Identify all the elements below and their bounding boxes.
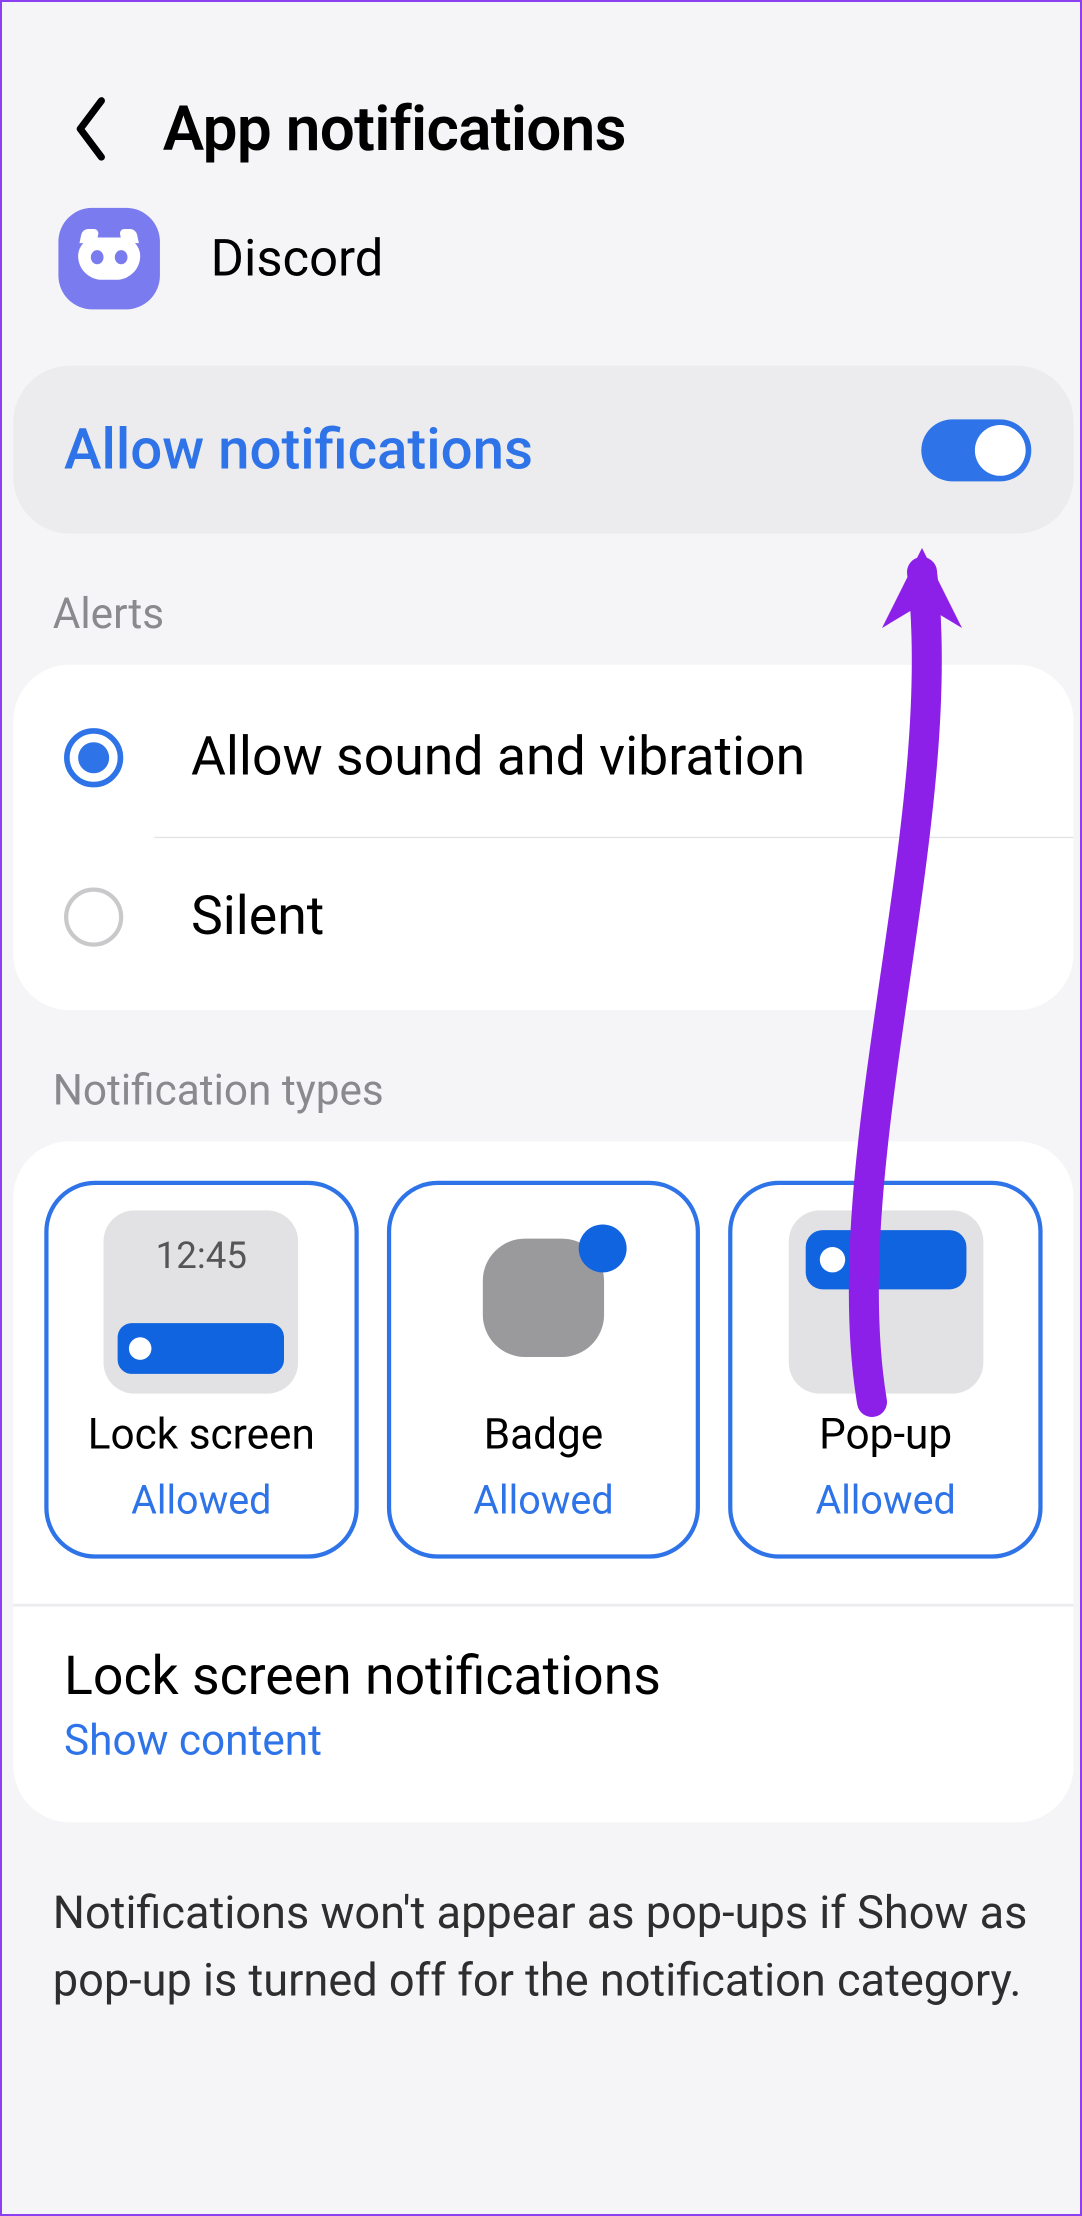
alert-option-sound-vibration[interactable]: Allow sound and vibration [13,679,1073,837]
alert-option-label: Allow sound and vibration [191,727,805,789]
footer-note: Notifications won't appear as pop-ups if… [2,1822,1082,2070]
lockscreen-preview-icon: 12:45 [104,1210,299,1393]
badge-preview-icon [446,1210,641,1393]
type-title: Lock screen [88,1411,315,1460]
type-status: Allowed [131,1477,271,1524]
allow-notifications-toggle[interactable] [921,419,1031,481]
preview-time: 12:45 [104,1236,299,1278]
discord-app-icon [58,208,160,310]
app-name: Discord [211,229,384,288]
type-badge[interactable]: Badge Allowed [386,1181,700,1559]
type-status: Allowed [815,1477,955,1524]
allow-notifications-label: Allow notifications [64,417,533,483]
alert-option-label: Silent [191,886,324,948]
type-lockscreen[interactable]: 12:45 Lock screen Allowed [44,1181,358,1559]
radio-selected-icon [64,728,123,787]
alerts-card: Allow sound and vibration Silent [13,665,1073,1010]
type-popup[interactable]: Pop-up Allowed [729,1181,1043,1559]
alerts-section-label: Alerts [2,534,1082,665]
chevron-left-icon [67,94,115,164]
alert-option-silent[interactable]: Silent [13,838,1073,996]
app-row[interactable]: Discord [2,208,1082,366]
lockscreen-notifications-row[interactable]: Lock screen notifications Show content [44,1607,1042,1823]
type-status: Allowed [473,1477,613,1524]
page-title: App notifications [163,92,626,165]
type-title: Pop-up [819,1411,952,1460]
header: App notifications [2,2,1082,208]
back-button[interactable] [67,94,115,164]
lockscreen-notifications-title: Lock screen notifications [64,1646,1023,1708]
popup-preview-icon [788,1210,983,1393]
lockscreen-notifications-subtitle: Show content [64,1717,1023,1766]
type-title: Badge [484,1411,603,1460]
notification-types-card: 12:45 Lock screen Allowed Badge Allowed … [13,1141,1073,1822]
types-section-label: Notification types [2,1010,1082,1141]
radio-unselected-icon [64,887,123,946]
allow-notifications-row[interactable]: Allow notifications [13,366,1073,534]
